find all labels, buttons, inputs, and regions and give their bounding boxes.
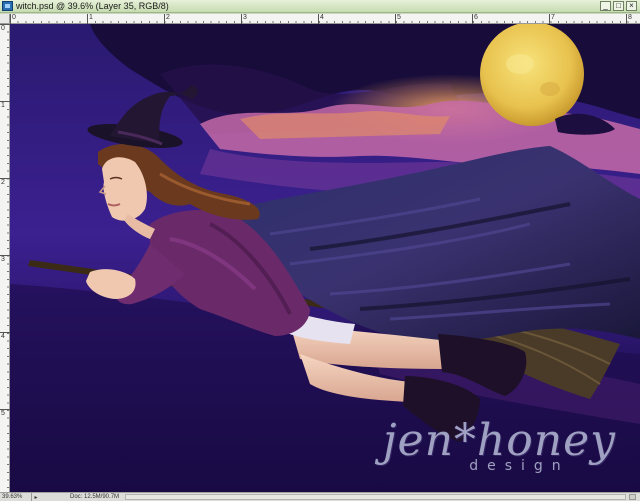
status-bar: 39.63% ▸ Doc: 12.5M/90.7M <box>0 492 640 501</box>
window-titlebar[interactable]: witch.psd @ 39.6% (Layer 35, RGB/8) _ □ … <box>0 0 640 13</box>
ruler-mark: 6 <box>472 14 478 24</box>
zoom-level[interactable]: 39.63% <box>0 493 32 501</box>
ruler-mark: 2 <box>0 178 10 187</box>
scroll-right-icon[interactable] <box>629 494 636 500</box>
photoshop-document-icon <box>2 1 13 11</box>
ruler-mark: 3 <box>241 14 247 24</box>
window-controls: _ □ × <box>600 1 637 11</box>
ruler-mark: 3 <box>0 255 10 264</box>
ruler-mark: 0 <box>0 24 10 33</box>
witch-artwork <box>10 24 640 492</box>
document-size: Doc: 12.5M/90.7M <box>70 494 120 500</box>
ruler-mark: 7 <box>549 14 555 24</box>
ruler-mark: 8 <box>626 14 632 24</box>
minimize-button[interactable]: _ <box>600 1 611 11</box>
ruler-mark: 5 <box>395 14 401 24</box>
horizontal-scrollbar[interactable] <box>125 494 626 500</box>
ruler-origin[interactable] <box>0 14 10 24</box>
maximize-button[interactable]: □ <box>613 1 624 11</box>
ruler-mark: 4 <box>318 14 324 24</box>
window-title: witch.psd @ 39.6% (Layer 35, RGB/8) <box>16 1 169 11</box>
ruler-mark: 1 <box>87 14 93 24</box>
ruler-mark: 1 <box>0 101 10 110</box>
ruler-mark: 5 <box>0 409 10 418</box>
ruler-mark: 2 <box>164 14 170 24</box>
ruler-mark: 0 <box>10 14 16 24</box>
document-canvas[interactable]: jen*honey design <box>10 24 640 492</box>
ruler-mark: 4 <box>0 332 10 341</box>
ruler-top[interactable]: 0 1 2 3 4 5 6 7 8 <box>10 14 640 24</box>
status-menu-arrow-icon[interactable]: ▸ <box>32 494 40 501</box>
close-button[interactable]: × <box>626 1 637 11</box>
ruler-left[interactable]: 0 1 2 3 4 5 <box>0 24 10 492</box>
